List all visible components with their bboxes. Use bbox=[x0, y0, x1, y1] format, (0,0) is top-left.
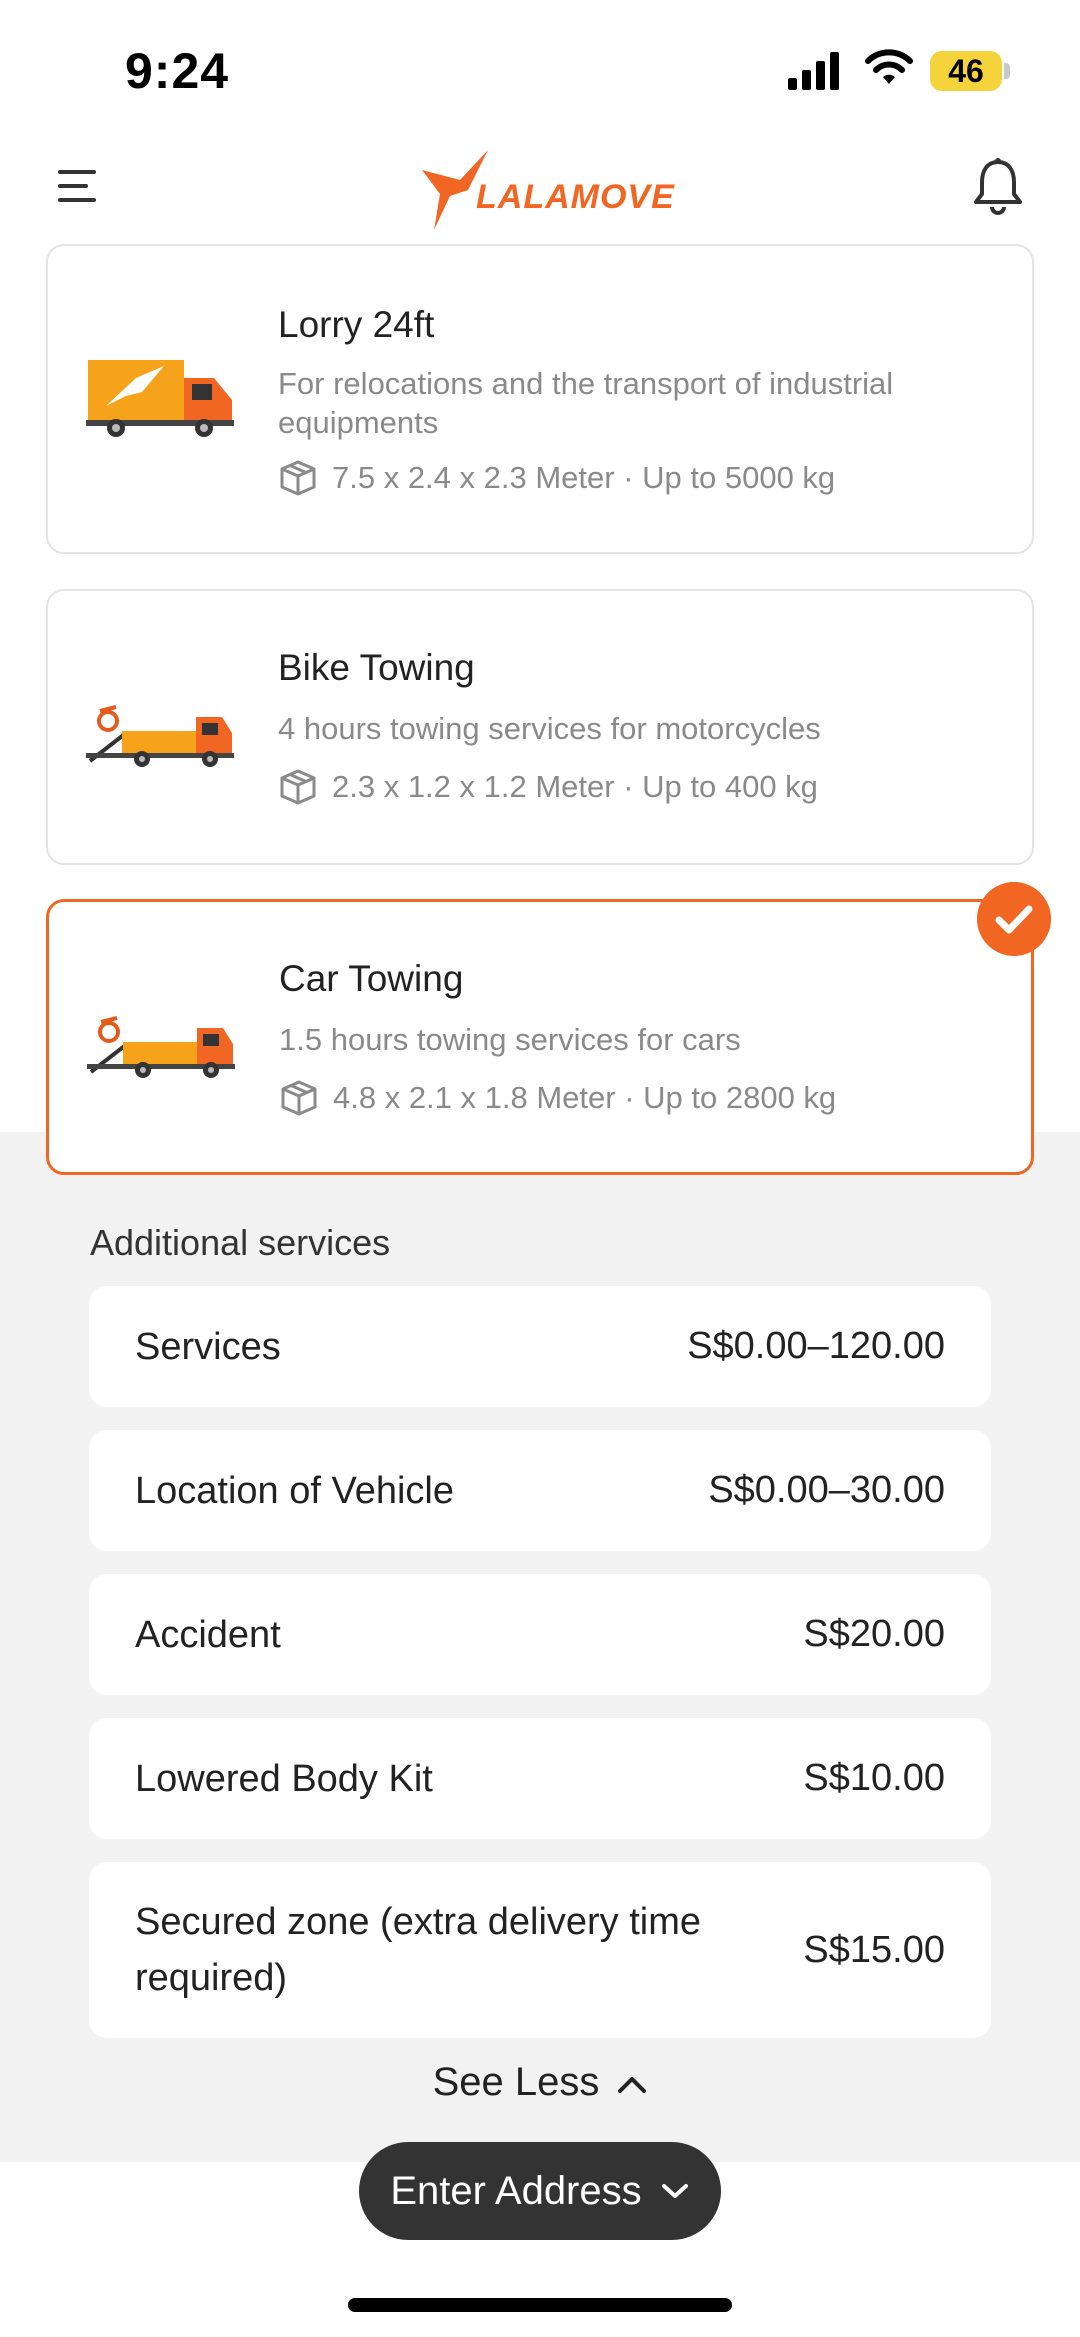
vehicle-description: 4 hours towing services for motorcycles bbox=[278, 711, 821, 746]
lorry-truck-icon bbox=[86, 360, 234, 437]
service-price: S$15.00 bbox=[803, 1928, 945, 1971]
service-price: S$20.00 bbox=[803, 1613, 945, 1655]
chevron-up-icon bbox=[618, 2077, 647, 2094]
hamburger-menu-icon[interactable] bbox=[56, 164, 100, 208]
additional-services-title: Additional services bbox=[90, 1222, 391, 1263]
battery-level: 46 bbox=[948, 53, 984, 89]
selected-check-icon bbox=[977, 882, 1051, 956]
vehicle-card-lorry-24ft[interactable]: Lorry 24ft For relocations and the trans… bbox=[46, 244, 1034, 554]
vehicle-description: 1.5 hours towing services for cars bbox=[279, 1022, 741, 1057]
service-label: Lowered Body Kit bbox=[135, 1757, 433, 1800]
service-row-lowered-body-kit[interactable]: Lowered Body Kit S$10.00 bbox=[89, 1718, 991, 1839]
vehicle-spec: 4.8 x 2.1 x 1.8 Meter · Up to 2800 kg bbox=[279, 1078, 836, 1118]
chevron-down-icon bbox=[661, 2184, 688, 2198]
vehicle-spec-text: 7.5 x 2.4 x 2.3 Meter · Up to 5000 kg bbox=[332, 460, 836, 495]
service-row-location-of-vehicle[interactable]: Location of Vehicle S$0.00–30.00 bbox=[89, 1430, 991, 1551]
bike-towing-truck-icon bbox=[86, 705, 234, 767]
status-time: 9:24 bbox=[125, 43, 230, 99]
service-row-secured-zone[interactable]: Secured zone (extra delivery time requir… bbox=[89, 1862, 991, 2038]
battery-cap bbox=[1004, 63, 1010, 79]
vehicle-description: For relocations and the transport of ind… bbox=[278, 366, 894, 440]
enter-address-label: Enter Address bbox=[390, 2168, 642, 2213]
vehicle-title: Bike Towing bbox=[278, 647, 475, 688]
bell-icon[interactable] bbox=[968, 156, 1028, 216]
enter-address-button[interactable]: Enter Address bbox=[359, 2142, 721, 2240]
vehicle-card-car-towing[interactable]: Car Towing 1.5 hours towing services for… bbox=[46, 899, 1034, 1175]
car-towing-truck-icon bbox=[87, 1016, 235, 1078]
logo-text: LALAMOVE bbox=[476, 178, 675, 216]
service-price: S$0.00–30.00 bbox=[708, 1469, 945, 1511]
box-icon bbox=[280, 460, 316, 496]
vehicle-spec: 7.5 x 2.4 x 2.3 Meter · Up to 5000 kg bbox=[278, 458, 835, 498]
service-label: Secured zone (extra delivery time requir… bbox=[135, 1901, 702, 1999]
see-less-button[interactable]: See Less bbox=[0, 2060, 1080, 2105]
vehicle-title: Car Towing bbox=[279, 958, 464, 999]
cellular-signal-icon bbox=[788, 52, 839, 90]
box-icon bbox=[280, 769, 316, 805]
status-bar: 9:24 46 bbox=[0, 0, 1080, 130]
service-label: Accident bbox=[135, 1613, 281, 1656]
vehicle-spec: 2.3 x 1.2 x 1.2 Meter · Up to 400 kg bbox=[278, 767, 818, 807]
service-label: Services bbox=[135, 1325, 281, 1368]
service-price: S$10.00 bbox=[803, 1757, 945, 1799]
vehicle-spec-text: 2.3 x 1.2 x 1.2 Meter · Up to 400 kg bbox=[332, 769, 818, 804]
lalamove-logo: LALAMOVE bbox=[420, 150, 674, 230]
battery-indicator: 46 bbox=[930, 51, 1002, 91]
service-price: S$0.00–120.00 bbox=[687, 1325, 945, 1367]
vehicle-title: Lorry 24ft bbox=[278, 304, 435, 345]
wifi-icon bbox=[865, 49, 913, 84]
vehicle-card-bike-towing[interactable]: Bike Towing 4 hours towing services for … bbox=[46, 589, 1034, 865]
service-label: Location of Vehicle bbox=[135, 1469, 455, 1512]
service-row-accident[interactable]: Accident S$20.00 bbox=[89, 1574, 991, 1695]
service-row-services[interactable]: Services S$0.00–120.00 bbox=[89, 1286, 991, 1407]
box-icon bbox=[281, 1080, 317, 1116]
app-header: LALAMOVE bbox=[0, 140, 1080, 240]
see-less-label: See Less bbox=[432, 2060, 600, 2104]
vehicle-spec-text: 4.8 x 2.1 x 1.8 Meter · Up to 2800 kg bbox=[333, 1080, 837, 1115]
home-indicator bbox=[348, 2298, 732, 2312]
